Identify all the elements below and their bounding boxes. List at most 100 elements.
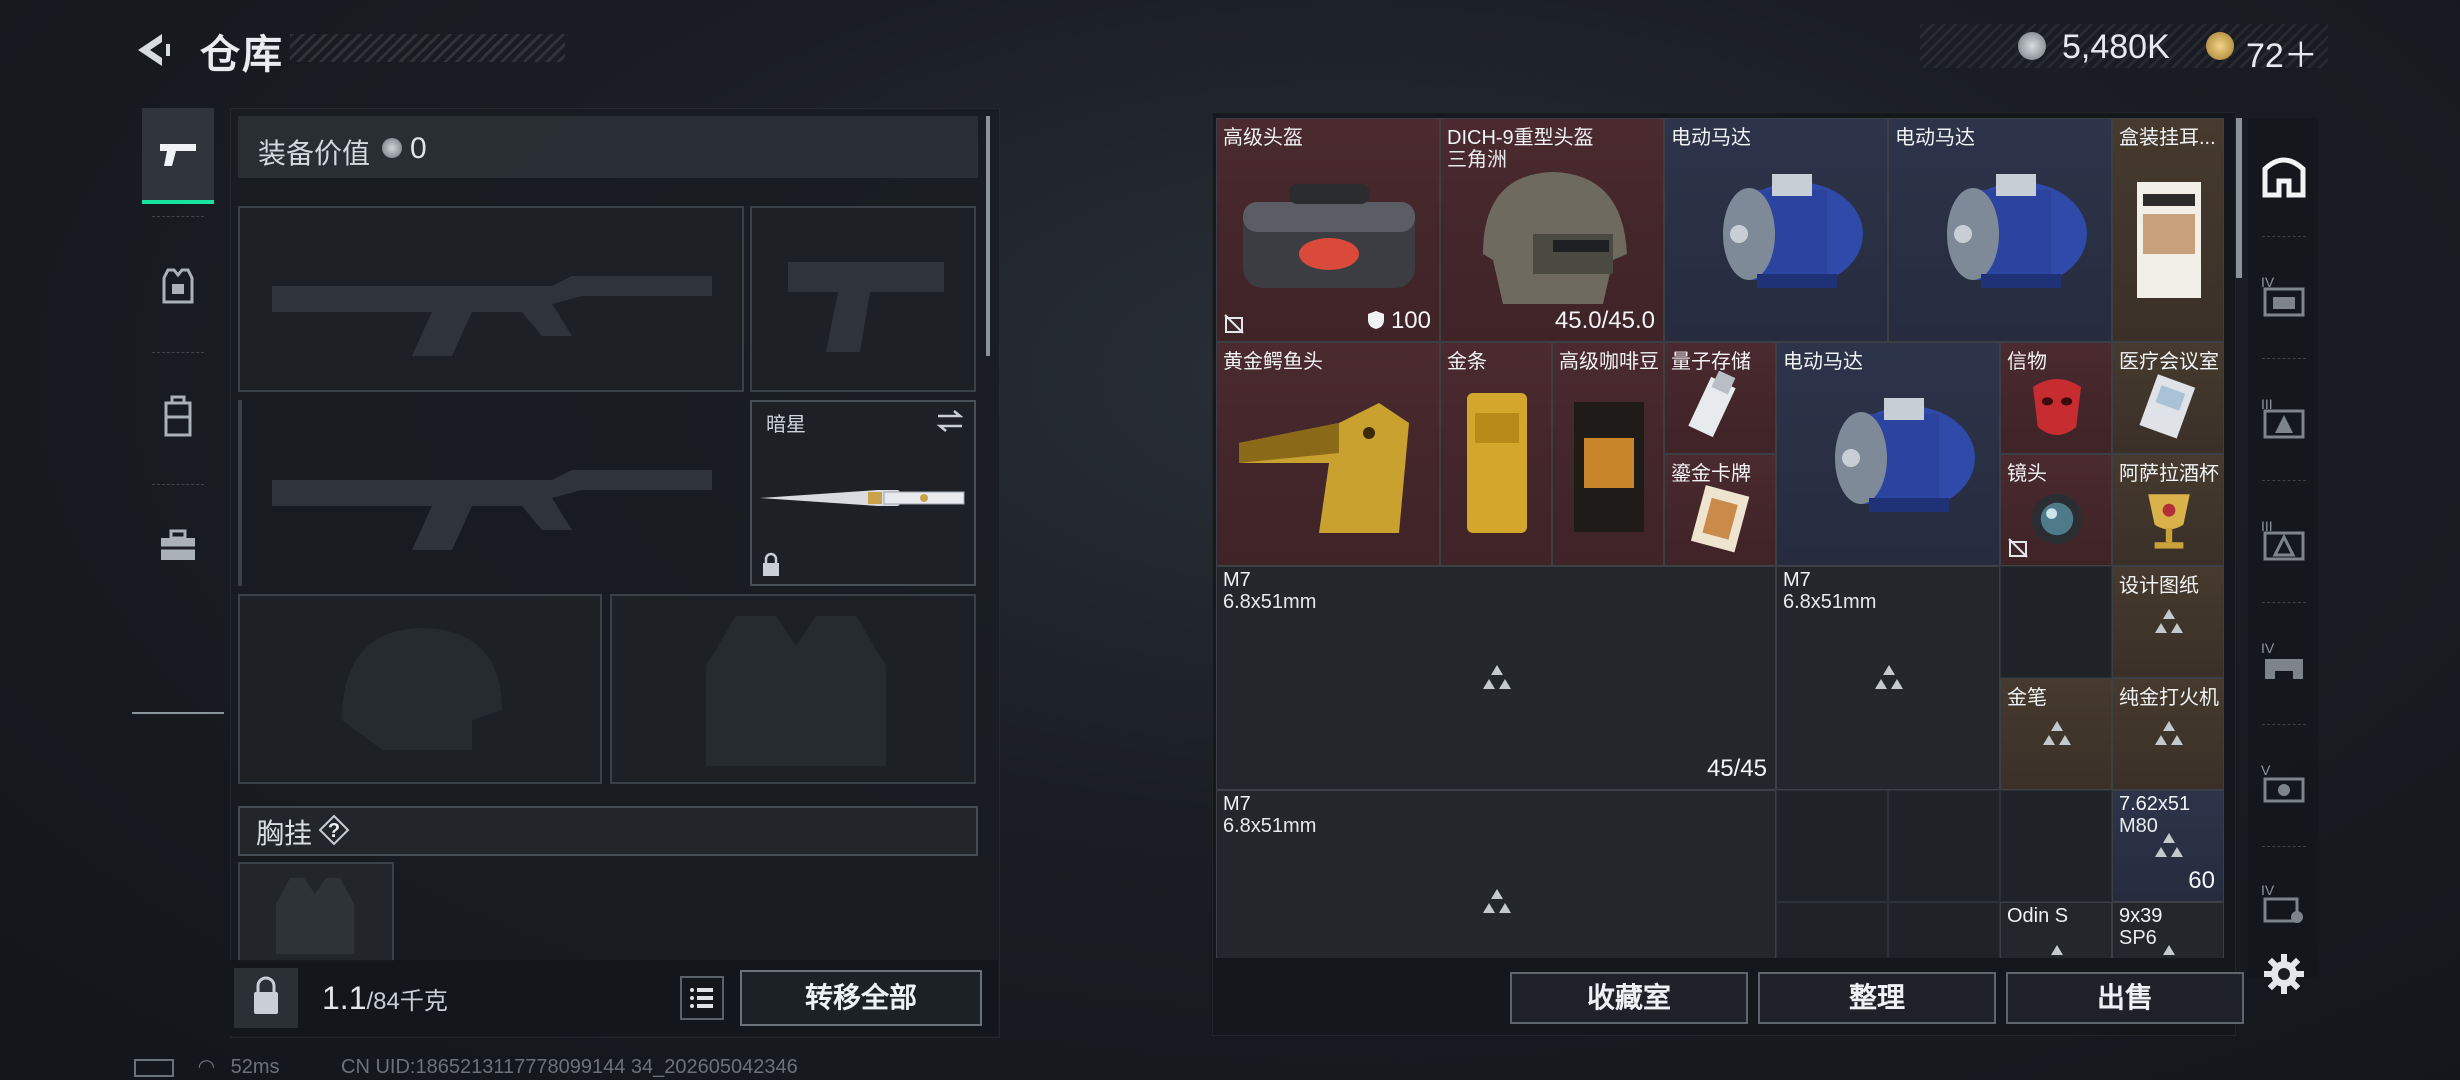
storage-item[interactable]: 纯金打火机 — [2112, 678, 2224, 790]
item-subtitle: 6.8x51mm — [1223, 591, 1317, 613]
weight-value: 1.1 — [322, 980, 367, 1016]
item-name: 设计图纸 — [2119, 575, 2199, 597]
storage-item[interactable]: 7.62x51 M80 60 — [2112, 790, 2224, 902]
collection-room-button[interactable]: 收藏室 — [1510, 972, 1748, 1024]
storage-item[interactable]: 高级咖啡豆 — [1552, 342, 1664, 566]
melee-slot[interactable]: 暗星 — [750, 400, 976, 586]
swap-icon[interactable] — [934, 410, 966, 432]
storage-item[interactable]: 高级头盔 100 — [1216, 118, 1440, 342]
transfer-all-button[interactable]: 转移全部 — [740, 970, 982, 1026]
storage-item[interactable]: 医疗会议室 — [2112, 342, 2224, 454]
usb-drive-icon — [1676, 370, 1766, 448]
coin-icon — [382, 138, 402, 158]
sort-button[interactable]: 整理 — [1758, 972, 1996, 1024]
equipment-scrollbar[interactable] — [986, 116, 990, 356]
chest-rig-slot[interactable] — [238, 862, 394, 962]
item-name: 金笔 — [2007, 687, 2047, 709]
stash-iv-b-icon: IV — [2261, 640, 2303, 679]
tab-stash-iv-b[interactable]: IV — [2252, 614, 2316, 710]
storage-item[interactable]: 盒装挂耳... — [2112, 118, 2224, 342]
tab-weapons[interactable] — [142, 108, 214, 204]
storage-item[interactable]: 阿萨拉酒杯 — [2112, 454, 2224, 566]
item-name: 纯金打火机 — [2119, 687, 2219, 709]
secondary-weapon-slot[interactable] — [238, 400, 712, 586]
tab-stash-iii-b[interactable]: III — [2252, 492, 2316, 588]
storage-item[interactable]: 9x39 SP6 — [2112, 902, 2224, 958]
sidearm-slot[interactable] — [750, 206, 976, 392]
coin-icon — [2018, 32, 2046, 60]
grid-cell[interactable] — [1776, 902, 1888, 958]
grid-cell[interactable] — [2000, 790, 2112, 902]
gold-bar-icon — [1457, 383, 1537, 548]
tab-armor[interactable] — [142, 238, 214, 334]
sell-button[interactable]: 出售 — [2006, 972, 2244, 1024]
stash-iv-c-icon: IV — [2261, 882, 2303, 923]
item-name: 高级头盔 — [1223, 127, 1303, 149]
svg-text:V: V — [2261, 762, 2271, 778]
capacity-lock[interactable] — [234, 968, 298, 1028]
storage-item[interactable]: DICH-9重型头盔 三角洲 45.0/45.0 — [1440, 118, 1664, 342]
item-name: 量子存储 — [1671, 351, 1751, 373]
storage-item[interactable]: 黄金鳄鱼头 — [1216, 342, 1440, 566]
gold-croc-head-icon — [1229, 383, 1429, 548]
unknown-triangle-icon — [1871, 663, 1907, 695]
storage-item[interactable]: Odin S — [2000, 902, 2112, 958]
settings-gear-icon[interactable] — [2262, 952, 2306, 996]
help-icon[interactable]: ? — [318, 814, 350, 846]
chest-rig-silhouette-icon — [276, 878, 354, 954]
storage-item[interactable]: 鎏金卡牌 — [1664, 454, 1776, 566]
currency-secondary[interactable]: 72＋ — [2246, 28, 2318, 77]
storage-item[interactable]: 电动马达 — [1776, 342, 2000, 566]
red-mask-icon — [2017, 371, 2097, 448]
storage-item[interactable]: 金条 — [1440, 342, 1552, 566]
knife-icon — [760, 490, 965, 506]
tab-stash-v[interactable]: V — [2252, 736, 2316, 832]
gold-goblet-icon — [2129, 483, 2209, 560]
item-name: 电动马达 — [1671, 127, 1751, 149]
player-uid: CN UID:1865213117778099144 34_2026050423… — [341, 1056, 798, 1078]
item-name: 黄金鳄鱼头 — [1223, 351, 1323, 373]
list-view-button[interactable] — [680, 976, 724, 1020]
chest-rig-label: 胸挂 — [256, 818, 313, 849]
tab-stash-iv-c[interactable]: IV — [2252, 856, 2316, 952]
storage-item[interactable]: 电动马达 — [1888, 118, 2112, 342]
item-name: 高级咖啡豆 — [1559, 351, 1659, 373]
keycard-icon — [2129, 371, 2209, 448]
storage-item[interactable]: M7 6.8x51mm 45/45 — [1216, 566, 1776, 790]
page-title: 仓库 — [200, 33, 284, 77]
item-name: 鎏金卡牌 — [1671, 463, 1751, 485]
storage-item[interactable]: 镜头 — [2000, 454, 2112, 566]
lock-icon — [763, 552, 779, 576]
storage-item[interactable]: M7 6.8x51mm — [1216, 790, 1776, 958]
storage-item[interactable]: M7 6.8x51mm — [1776, 566, 2000, 790]
camera-lens-icon — [2017, 483, 2097, 560]
tab-stash-iv[interactable]: IV — [2252, 248, 2316, 344]
item-stat: 45/45 — [1706, 755, 1767, 782]
storage-scrollbar[interactable] — [2236, 118, 2242, 278]
wifi-icon: ◠ — [197, 1056, 216, 1078]
grid-cell[interactable] — [1776, 790, 1888, 902]
grid-cell[interactable] — [2000, 566, 2112, 678]
grid-cell[interactable] — [1888, 790, 2000, 902]
back-arrow-icon[interactable] — [132, 28, 176, 72]
tab-stash-iii[interactable]: III — [2252, 370, 2316, 466]
storage-item[interactable]: 设计图纸 — [2112, 566, 2224, 678]
primary-weapon-slot[interactable] — [238, 206, 744, 392]
unknown-triangle-icon — [2151, 607, 2187, 639]
home-stash-icon — [2262, 157, 2306, 198]
body-armor-slot[interactable] — [610, 594, 976, 784]
electric-motor-icon — [1677, 164, 1877, 319]
shield-icon — [1367, 307, 1391, 334]
storage-item[interactable]: 量子存储 — [1664, 342, 1776, 454]
item-name: 电动马达 — [1783, 351, 1863, 373]
tab-toolbox[interactable] — [142, 498, 214, 594]
backpack-icon — [164, 395, 192, 437]
storage-item[interactable]: 金笔 — [2000, 678, 2112, 790]
grid-cell[interactable] — [1888, 902, 2000, 958]
helmet-slot[interactable] — [238, 594, 602, 784]
tab-stash-home[interactable] — [2252, 128, 2316, 224]
melee-slot-label: 暗星 — [766, 414, 806, 436]
tab-backpack[interactable] — [142, 368, 214, 464]
storage-item[interactable]: 电动马达 — [1664, 118, 1888, 342]
storage-item[interactable]: 信物 — [2000, 342, 2112, 454]
